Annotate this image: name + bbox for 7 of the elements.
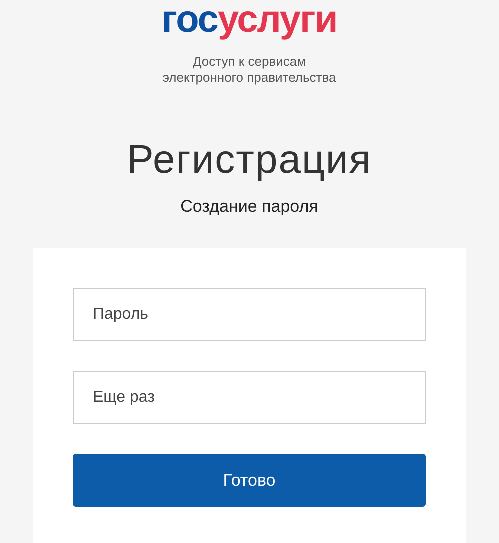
password-field[interactable]: Еще раз xyxy=(73,371,426,424)
page-subtitle: Создание пароля xyxy=(180,196,318,218)
tagline: Доступ к сервисам электронного правительства xyxy=(162,54,336,86)
submit-button[interactable]: Готово xyxy=(73,454,426,507)
page-title: Регистрация xyxy=(127,138,372,182)
logo: госуслуги xyxy=(162,0,338,40)
password-field[interactable]: Пароль xyxy=(73,288,426,341)
